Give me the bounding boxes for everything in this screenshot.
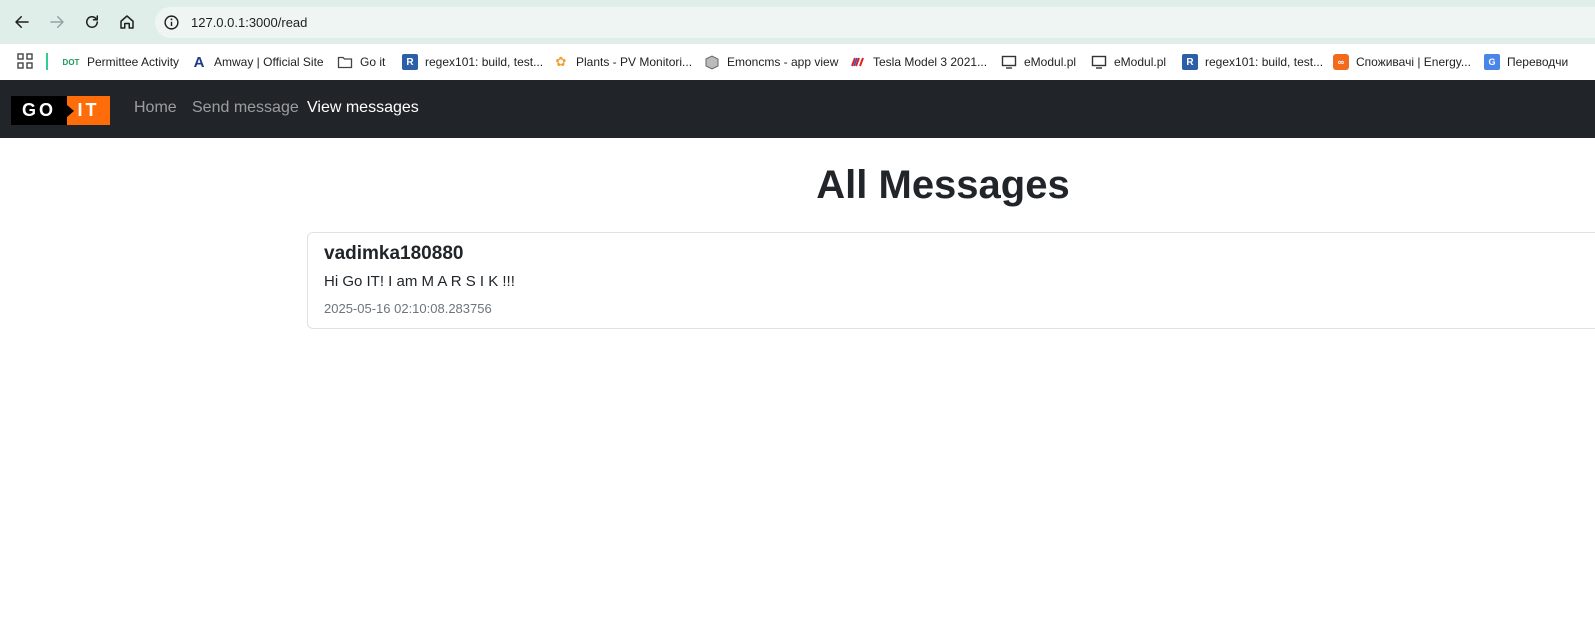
reload-icon: [86, 15, 98, 28]
monitor-icon: [1091, 54, 1107, 70]
amway-icon: A: [193, 53, 205, 71]
app-navbar: GO IT Home Send message View messages: [0, 80, 1595, 138]
bookmark-item[interactable]: G Переводчи: [1484, 51, 1568, 73]
dot-logo-icon: DOT: [62, 57, 80, 67]
arrow-right-icon: [50, 16, 64, 28]
bookmark-separator: [46, 53, 48, 70]
regex101-icon: R: [1182, 54, 1198, 70]
bookmark-item[interactable]: R regex101: build, test...: [1182, 51, 1323, 73]
arrow-left-icon: [15, 16, 29, 28]
back-button[interactable]: [8, 8, 36, 36]
bookmark-item[interactable]: eModul.pl: [1091, 51, 1166, 73]
nav-link-send-message[interactable]: Send message: [192, 99, 299, 117]
plants-icon: ✿: [555, 54, 567, 69]
translate-icon: G: [1484, 54, 1500, 70]
address-bar[interactable]: 127.0.0.1:3000/read: [155, 7, 1595, 38]
bookmarks-bar: DOT Permittee Activity A Amway | Officia…: [0, 44, 1595, 81]
message-timestamp: 2025-05-16 02:10:08.283756: [324, 301, 492, 316]
bookmark-item[interactable]: ✿ Plants - PV Monitori...: [553, 51, 693, 73]
regex101-icon: R: [402, 54, 418, 70]
monitor-icon: [1001, 54, 1017, 70]
goit-logo[interactable]: GO IT: [11, 96, 110, 125]
home-button[interactable]: [113, 8, 141, 36]
nav-link-view-messages[interactable]: View messages: [307, 99, 419, 117]
bookmark-item[interactable]: ∞ Споживачі | Energy...: [1333, 51, 1471, 73]
bookmark-item[interactable]: A Amway | Official Site: [191, 51, 324, 73]
bookmark-item[interactable]: DOT Permittee Activity: [62, 51, 179, 73]
bookmark-item[interactable]: Emoncms - app view: [704, 51, 838, 73]
message-text: Hi Go IT! I am M A R S I K !!!: [324, 273, 515, 290]
logo-go: GO: [11, 96, 67, 125]
folder-icon: [337, 54, 353, 70]
bookmark-item[interactable]: Tesla Model 3 2021...: [850, 51, 987, 73]
logo-arrow: [67, 105, 74, 117]
apps-grid-icon[interactable]: [17, 53, 33, 69]
home-icon: [120, 15, 134, 29]
url-text: 127.0.0.1:3000/read: [191, 15, 308, 30]
tesla-icon: [850, 54, 866, 70]
emoncms-icon: [704, 54, 720, 70]
bookmark-item[interactable]: eModul.pl: [1001, 51, 1076, 73]
message-author: vadimka180880: [324, 243, 464, 264]
message-card: vadimka180880 Hi Go IT! I am M A R S I K…: [307, 232, 1595, 329]
bookmark-item[interactable]: Go it: [337, 51, 385, 73]
forward-button[interactable]: [43, 8, 71, 36]
nav-link-home[interactable]: Home: [134, 99, 177, 117]
page-title: All Messages: [816, 163, 1070, 207]
bookmark-item[interactable]: R regex101: build, test...: [402, 51, 543, 73]
reload-button[interactable]: [78, 8, 106, 36]
browser-toolbar: 127.0.0.1:3000/read: [0, 0, 1595, 44]
energy-icon: ∞: [1333, 54, 1349, 70]
info-icon[interactable]: [163, 14, 180, 31]
